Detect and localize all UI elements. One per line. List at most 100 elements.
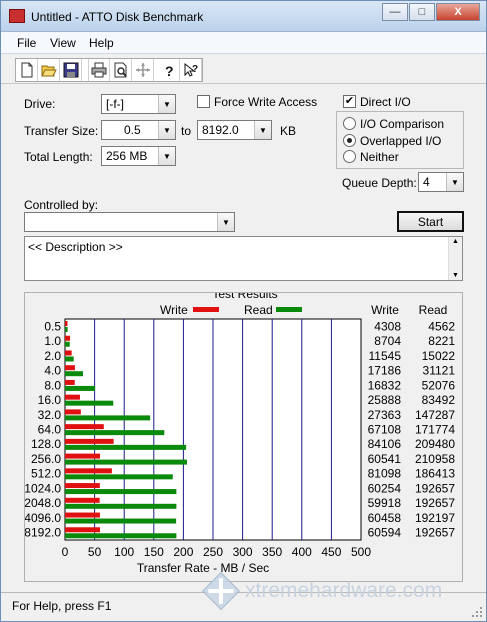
to-label: to: [181, 124, 192, 138]
status-text: For Help, press F1: [12, 599, 112, 613]
description-text: << Description >>: [28, 240, 123, 254]
chevron-down-icon: ▼: [158, 95, 175, 113]
y-tick-label: 1024.0: [25, 481, 61, 495]
controlled-by-select[interactable]: ▼: [24, 212, 235, 232]
maximize-button[interactable]: □: [409, 3, 435, 21]
scroll-down-icon[interactable]: ▼: [449, 272, 462, 279]
bar-write: [65, 453, 101, 459]
x-tick-label: 450: [321, 545, 341, 559]
bar-read: [65, 533, 177, 539]
bar-read: [65, 415, 151, 421]
scroll-up-icon[interactable]: ▲: [449, 238, 462, 245]
value-read: 192657: [415, 526, 455, 540]
value-write: 60541: [368, 452, 402, 466]
bar-write: [65, 394, 80, 400]
help-icon[interactable]: ?: [158, 59, 180, 81]
print-icon[interactable]: [88, 59, 110, 81]
value-write: 27363: [368, 408, 402, 422]
y-tick-label: 2.0: [44, 349, 61, 363]
queue-depth-value: 4: [423, 175, 430, 189]
x-tick-label: 400: [292, 545, 312, 559]
y-tick-label: 8.0: [44, 378, 61, 392]
transfer-to-select[interactable]: 8192.0 ▼: [197, 120, 272, 140]
y-tick-label: 1.0: [44, 334, 61, 348]
y-tick-label: 64.0: [38, 423, 62, 437]
bar-read: [65, 518, 177, 524]
drive-value: [-f-]: [106, 97, 124, 111]
transfer-from-value: 0.5: [124, 123, 141, 137]
chevron-down-icon: ▼: [158, 121, 175, 139]
column-header-read: Read: [419, 303, 448, 317]
print-preview-icon[interactable]: [110, 59, 132, 81]
io-comparison-radio[interactable]: [343, 117, 356, 130]
bar-read: [65, 459, 187, 465]
context-help-icon[interactable]: ?: [180, 59, 202, 81]
chevron-down-icon: ▼: [254, 121, 271, 139]
bar-write: [65, 350, 72, 356]
resize-grip-icon[interactable]: [471, 606, 483, 618]
move-icon[interactable]: [132, 59, 154, 81]
bar-read: [65, 444, 187, 450]
bar-read: [65, 474, 173, 480]
transfer-to-value: 8192.0: [202, 123, 239, 137]
y-tick-label: 0.5: [44, 319, 61, 333]
bar-read: [65, 430, 165, 436]
title-bar[interactable]: Untitled - ATTO Disk Benchmark — □ X: [1, 1, 486, 32]
column-header-write: Write: [371, 303, 399, 317]
value-read: 192197: [415, 511, 455, 525]
value-read: 192657: [415, 481, 455, 495]
legend-read-swatch: [276, 307, 302, 312]
value-read: 83492: [422, 393, 456, 407]
description-scrollbar[interactable]: ▲ ▼: [448, 237, 462, 280]
bar-write: [65, 497, 100, 503]
neither-label: Neither: [360, 150, 399, 164]
force-write-label: Force Write Access: [214, 95, 318, 109]
value-write: 59918: [368, 496, 402, 510]
y-tick-label: 32.0: [38, 408, 62, 422]
test-results-group: Test Results Write Read Write Read 0 50 100 150 2…: [24, 292, 463, 582]
save-icon[interactable]: [60, 59, 82, 81]
value-write: 84106: [368, 437, 402, 451]
neither-radio[interactable]: [343, 150, 356, 163]
total-length-select[interactable]: 256 MB ▼: [101, 146, 176, 166]
legend-write-swatch: [193, 307, 219, 312]
bar-write: [65, 468, 112, 474]
value-read: 8221: [428, 334, 455, 348]
value-read: 210958: [415, 452, 455, 466]
legend-write-label: Write: [160, 303, 188, 317]
overlapped-io-radio[interactable]: [343, 134, 356, 147]
bar-write: [65, 409, 81, 415]
close-button[interactable]: X: [436, 3, 480, 21]
x-tick-label: 300: [233, 545, 253, 559]
y-tick-label: 256.0: [31, 452, 61, 466]
force-write-checkbox[interactable]: [197, 95, 210, 108]
watermark-logo: xtremehardware.com: [201, 571, 442, 611]
value-read: 186413: [415, 467, 455, 481]
drive-select[interactable]: [-f-] ▼: [101, 94, 176, 114]
menu-help[interactable]: Help: [89, 36, 114, 50]
transfer-from-select[interactable]: 0.5 ▼: [101, 120, 176, 140]
direct-io-checkbox[interactable]: ✔: [343, 95, 356, 108]
svg-text:?: ?: [192, 64, 198, 75]
y-tick-label: 4.0: [44, 364, 61, 378]
value-write: 81098: [368, 467, 402, 481]
queue-depth-select[interactable]: 4 ▼: [418, 172, 464, 192]
menu-view[interactable]: View: [50, 36, 76, 50]
bar-write: [65, 483, 100, 489]
y-tick-label: 128.0: [31, 437, 61, 451]
minimize-button[interactable]: —: [382, 3, 408, 21]
value-read: 192657: [415, 496, 455, 510]
drive-label: Drive:: [24, 97, 56, 111]
menu-file[interactable]: File: [17, 36, 36, 50]
bar-read: [65, 489, 177, 495]
value-write: 25888: [368, 393, 402, 407]
value-read: 15022: [422, 349, 456, 363]
open-icon[interactable]: [38, 59, 60, 81]
description-textarea[interactable]: << Description >> ▲ ▼: [24, 236, 463, 281]
new-icon[interactable]: [16, 59, 38, 81]
chevron-down-icon: ▼: [217, 213, 234, 231]
value-write: 60594: [368, 526, 402, 540]
start-button[interactable]: Start: [397, 211, 464, 232]
x-tick-label: 500: [351, 545, 371, 559]
total-length-value: 256 MB: [106, 149, 148, 163]
